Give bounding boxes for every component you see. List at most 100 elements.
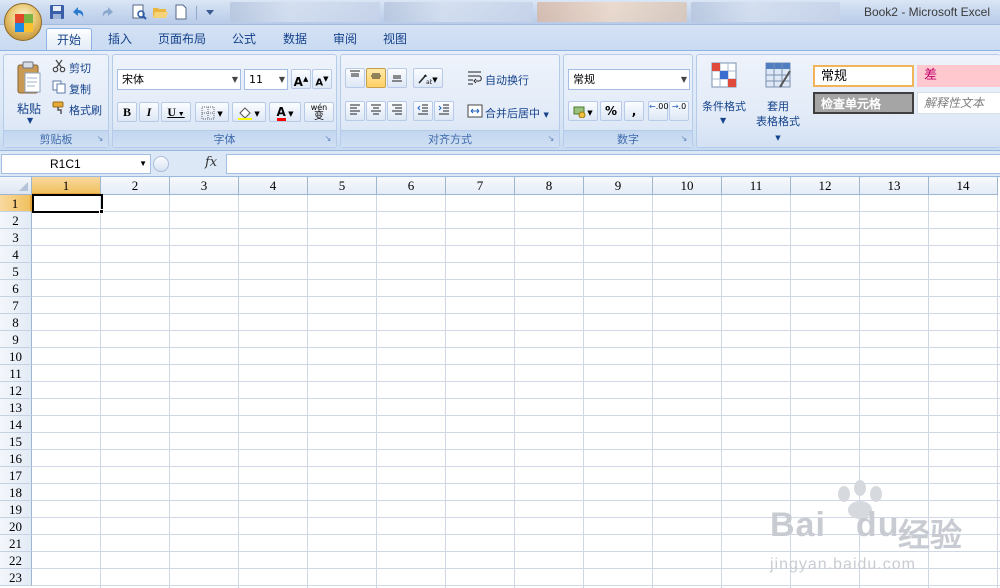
italic-button[interactable]: I [139,102,159,122]
column-header[interactable]: 8 [515,177,584,195]
number-format-combo[interactable]: 常规 ▼ [568,69,690,90]
tab-home[interactable]: 开始 [46,28,92,50]
print-preview-icon[interactable] [131,4,147,20]
column-header[interactable]: 2 [101,177,170,195]
cell-area[interactable] [32,195,1000,588]
row-header[interactable]: 22 [0,552,32,569]
column-header[interactable]: 11 [722,177,791,195]
decrease-decimal-button[interactable]: →.0 [669,101,689,121]
insert-function-icon[interactable]: fx [205,155,217,170]
row-header[interactable]: 2 [0,212,32,229]
align-top-button[interactable] [345,68,365,88]
row-header[interactable]: 11 [0,365,32,382]
tab-formulas[interactable]: 公式 [224,28,264,50]
phonetic-button[interactable]: wén 变 [304,102,334,122]
font-name-combo[interactable]: 宋体 ▼ [117,69,241,90]
row-header[interactable]: 21 [0,535,32,552]
increase-indent-button[interactable] [434,101,454,121]
column-header[interactable]: 3 [170,177,239,195]
align-right-button[interactable] [387,101,407,121]
column-header[interactable]: 12 [791,177,860,195]
row-header[interactable]: 20 [0,518,32,535]
paste-button[interactable]: 粘贴 ▼ [9,59,49,125]
dialog-launcher-icon[interactable]: ↘ [546,134,556,144]
column-header[interactable]: 7 [446,177,515,195]
grow-font-button[interactable]: A▲ [291,69,311,89]
align-bottom-button[interactable] [387,68,407,88]
row-header[interactable]: 19 [0,501,32,518]
tab-insert[interactable]: 插入 [100,28,140,50]
font-color-button[interactable]: A ▼ [269,102,301,122]
borders-button[interactable]: ▼ [195,102,229,122]
orientation-button[interactable]: ab ▼ [413,68,443,88]
accounting-format-button[interactable]: ▼ [568,101,598,121]
row-header[interactable]: 3 [0,229,32,246]
row-header[interactable]: 17 [0,467,32,484]
comma-button[interactable]: , [624,101,644,121]
chevron-down-icon[interactable]: ▼ [139,155,147,173]
undo-icon[interactable] [70,4,86,20]
row-header[interactable]: 9 [0,331,32,348]
dialog-launcher-icon[interactable]: ↘ [95,134,105,144]
column-header[interactable]: 4 [239,177,308,195]
select-all-button[interactable] [0,177,32,195]
customize-qat-icon[interactable] [202,4,218,20]
fill-color-button[interactable]: ▼ [232,102,266,122]
copy-button[interactable]: 复制 [69,81,91,97]
shrink-font-button[interactable]: A▼ [312,69,332,89]
row-header[interactable]: 4 [0,246,32,263]
office-button[interactable] [4,3,42,41]
cut-button[interactable]: 剪切 [69,60,91,76]
redo-icon[interactable] [100,4,116,20]
font-size-combo[interactable]: 11 ▼ [244,69,288,90]
cell-style-explanatory[interactable]: 解释性文本 [917,92,1000,114]
increase-decimal-button[interactable]: ←.00 [648,101,668,121]
row-header[interactable]: 8 [0,314,32,331]
new-document-icon[interactable] [173,4,189,20]
column-header[interactable]: 14 [929,177,998,195]
align-center-button[interactable] [366,101,386,121]
column-header[interactable]: 10 [653,177,722,195]
column-header[interactable]: 9 [584,177,653,195]
row-header[interactable]: 15 [0,433,32,450]
format-painter-button[interactable]: 格式刷 [69,102,102,118]
format-as-table-button[interactable]: 套用 表格格式 ▼ [753,59,803,142]
row-header[interactable]: 6 [0,280,32,297]
align-left-button[interactable] [345,101,365,121]
column-header[interactable]: 6 [377,177,446,195]
row-header[interactable]: 18 [0,484,32,501]
merge-center-button[interactable]: 合并后居中 ▼ [485,105,549,121]
fill-handle[interactable] [99,209,104,214]
tab-data[interactable]: 数据 [275,28,315,50]
column-header[interactable]: 13 [860,177,929,195]
row-header[interactable]: 16 [0,450,32,467]
row-header[interactable]: 10 [0,348,32,365]
underline-button[interactable]: U ▼ [161,102,191,122]
formula-input[interactable] [226,154,1000,174]
tab-view[interactable]: 视图 [375,28,415,50]
row-header[interactable]: 12 [0,382,32,399]
decrease-indent-button[interactable] [413,101,433,121]
cell-style-normal[interactable]: 常规 [813,65,914,87]
tab-page-layout[interactable]: 页面布局 [150,28,214,50]
cell-style-check-cell[interactable]: 检查单元格 [813,92,914,114]
dialog-launcher-icon[interactable]: ↘ [679,134,689,144]
wrap-text-button[interactable]: 自动换行 [485,72,529,88]
row-header[interactable]: 1 [0,195,32,212]
conditional-format-button[interactable]: 条件格式 ▼ [699,59,749,131]
row-header[interactable]: 5 [0,263,32,280]
save-icon[interactable] [49,4,65,20]
formula-bar-splitter[interactable] [153,156,169,172]
column-header[interactable]: 1 [32,177,101,195]
dialog-launcher-icon[interactable]: ↘ [323,134,333,144]
name-box[interactable]: R1C1 ▼ [1,154,151,174]
row-header[interactable]: 14 [0,416,32,433]
open-folder-icon[interactable] [152,4,168,20]
cell-style-bad[interactable]: 差 [917,65,1000,87]
row-header[interactable]: 23 [0,569,32,586]
column-header[interactable]: 5 [308,177,377,195]
percent-button[interactable]: % [600,101,622,121]
active-cell[interactable] [32,194,103,213]
align-middle-button[interactable] [366,68,386,88]
row-header[interactable]: 13 [0,399,32,416]
